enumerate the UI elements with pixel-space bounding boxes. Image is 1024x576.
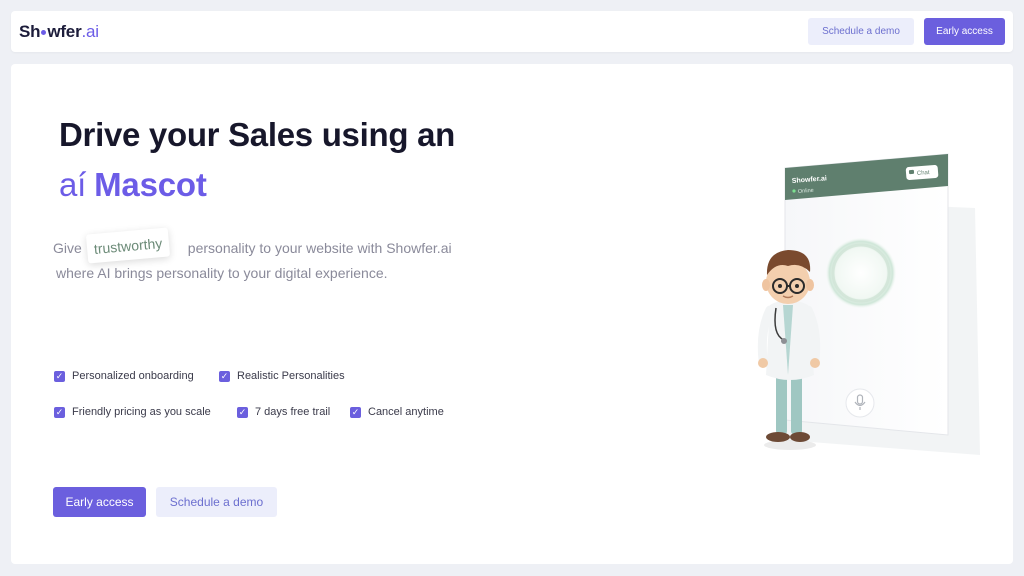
mic-button[interactable] [845,388,875,418]
feature-item: ✓ Friendly pricing as you scale [54,406,211,418]
highlight-word-tag: trustworthy [85,227,171,264]
nav-early-access-button[interactable]: Early access [924,18,1005,45]
feature-item: ✓ 7 days free trail [237,406,331,418]
widget-status: Online [798,188,814,195]
mascot-illustration: Showfer.ai Online Chat [757,153,980,455]
check-icon: ✓ [54,370,65,382]
check-icon: ✓ [350,406,361,418]
feature-item: ✓ Realistic Personalities [219,370,345,382]
widget-chat-label: Chat [917,170,930,177]
logo-dot-icon [41,30,47,35]
hero-description-line2: where AI brings personality to your digi… [56,265,388,281]
schedule-demo-button[interactable]: Schedule a demo [156,487,277,517]
ai-mark: aí [59,166,87,203]
online-dot-icon [792,189,796,193]
hero-title: Drive your Sales using an [59,116,455,153]
feature-item: ✓ Cancel anytime [350,406,444,418]
chat-widget-panel[interactable]: Showfer.ai Online Chat [784,153,949,436]
brand-logo[interactable]: Sh wfer.ai [19,22,99,42]
feature-item: ✓ Personalized onboarding [54,370,194,382]
voice-orb [825,237,897,309]
early-access-button[interactable]: Early access [53,487,146,517]
check-icon: ✓ [237,406,248,418]
widget-chat-button[interactable]: Chat [905,164,939,181]
hero-title-accent-text: Mascot [94,166,207,203]
check-icon: ✓ [219,370,230,382]
chat-icon [908,169,915,175]
top-navbar: Sh wfer.ai Schedule a demo Early access [11,11,1013,52]
nav-schedule-demo-button[interactable]: Schedule a demo [808,18,914,45]
check-icon: ✓ [54,406,65,418]
hero-title-accent: aí Mascot [59,166,207,204]
